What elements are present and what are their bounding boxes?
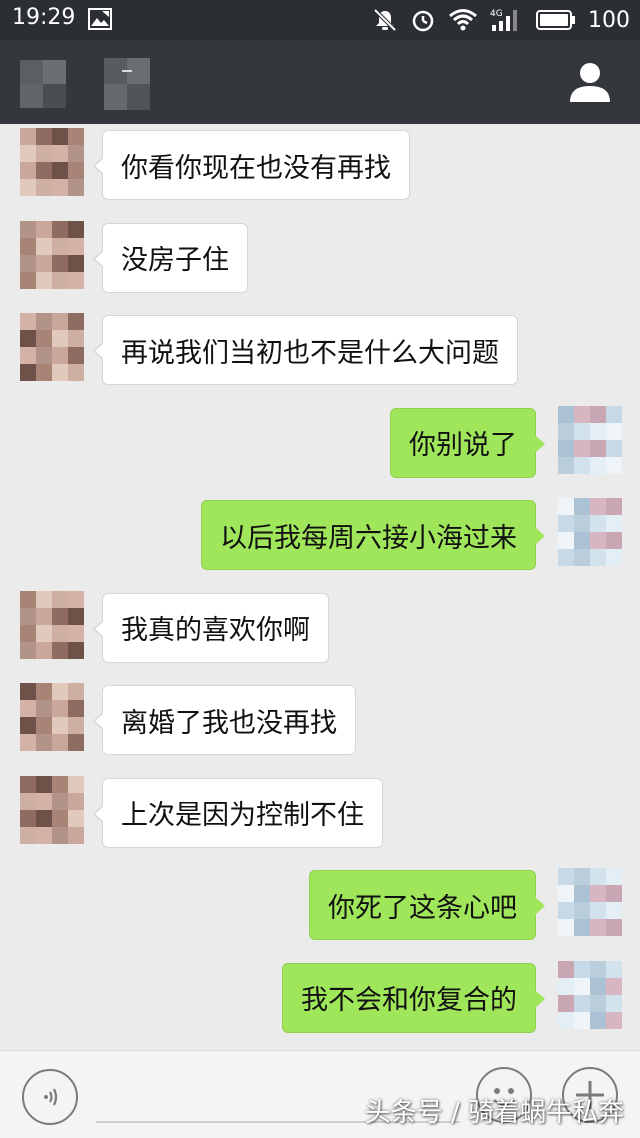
avatar[interactable]	[20, 128, 84, 196]
chat-header	[0, 40, 640, 124]
image-icon	[88, 8, 112, 30]
status-bar: 19:29 4G 100	[0, 0, 640, 40]
avatar[interactable]	[558, 868, 622, 936]
outgoing-message[interactable]: 你别说了	[390, 407, 545, 478]
avatar[interactable]	[20, 220, 84, 289]
outgoing-message[interactable]: 我不会和你复合的	[282, 962, 545, 1033]
message-list[interactable]: 你看你现在也没有再找 没房子住再说我们当初也不是什么大问题你别说了以后我每周六接小…	[0, 124, 640, 1050]
incoming-message[interactable]: 上次是因为控制不住	[93, 777, 383, 848]
avatar[interactable]	[20, 775, 84, 844]
avatar[interactable]	[20, 683, 84, 751]
voice-icon	[44, 1088, 58, 1106]
blurred-name	[104, 58, 150, 110]
outgoing-message[interactable]: 以后我每周六接小海过来	[201, 500, 545, 570]
incoming-message[interactable]: 没房子住	[93, 222, 248, 293]
avatar[interactable]	[558, 405, 622, 474]
mute-icon	[373, 8, 397, 32]
avatar[interactable]	[558, 960, 622, 1029]
profile-icon[interactable]	[568, 60, 612, 104]
outgoing-message[interactable]: 你死了这条心吧	[309, 870, 545, 940]
incoming-message[interactable]: 离婚了我也没再找	[93, 685, 356, 755]
incoming-message[interactable]: 再说我们当初也不是什么大问题	[93, 315, 518, 385]
incoming-message[interactable]: 我真的喜欢你啊	[93, 592, 329, 663]
svg-text:4G: 4G	[490, 9, 503, 19]
avatar[interactable]	[558, 498, 622, 566]
voice-button[interactable]	[22, 1069, 78, 1125]
wifi-icon	[449, 9, 477, 31]
avatar[interactable]	[20, 590, 84, 659]
clock: 19:29	[12, 5, 76, 30]
blurred-name	[20, 60, 66, 108]
battery-percent: 100	[588, 7, 630, 33]
alarm-icon	[412, 10, 434, 32]
incoming-message[interactable]: 你看你现在也没有再找	[93, 130, 410, 200]
signal-4g-icon: 4G	[490, 9, 517, 31]
battery-icon	[536, 10, 575, 30]
watermark: 头条号 / 骑着蜗牛私奔	[364, 1098, 624, 1128]
avatar[interactable]	[20, 313, 84, 381]
